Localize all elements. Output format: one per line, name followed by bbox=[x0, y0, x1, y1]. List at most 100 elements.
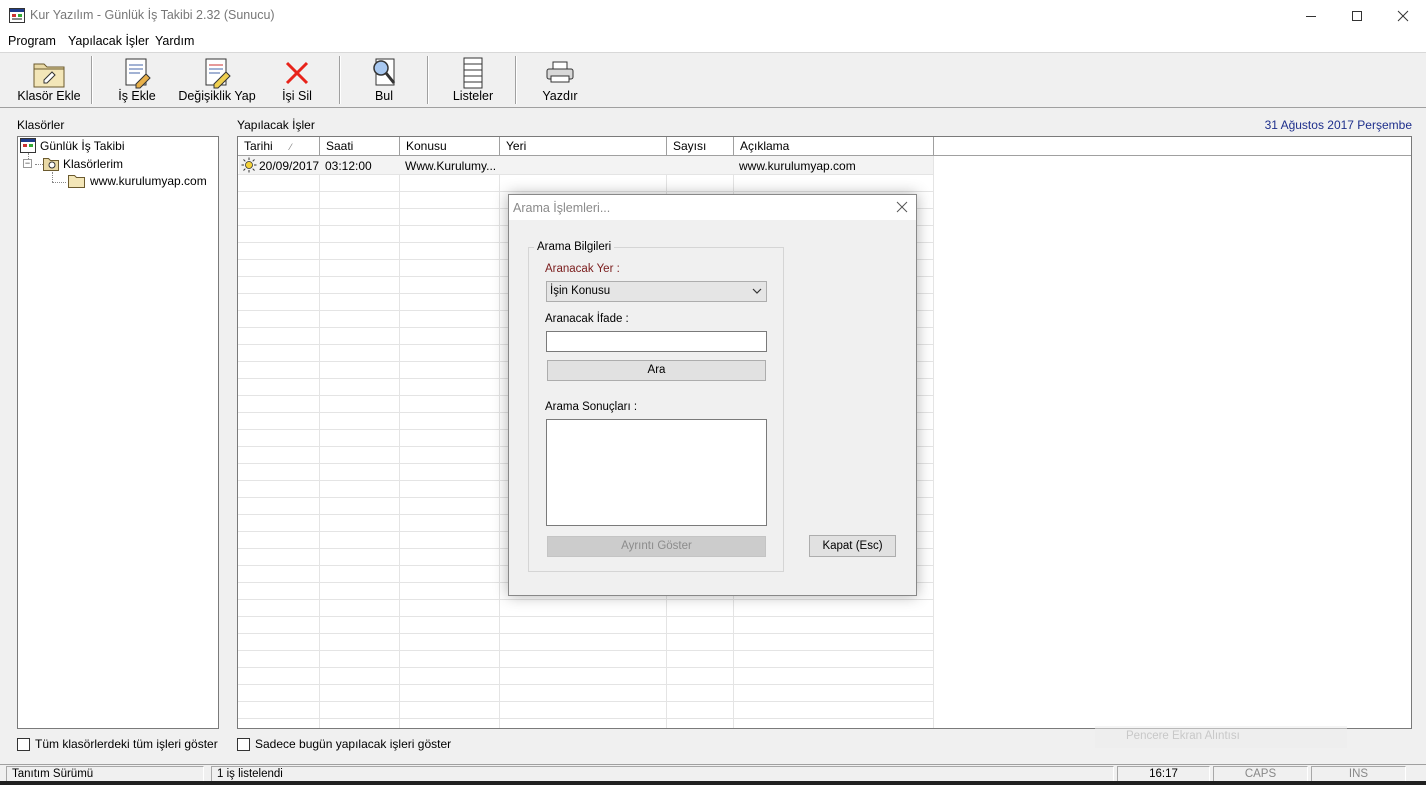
close-dialog-button[interactable]: Kapat (Esc) bbox=[809, 535, 896, 557]
toolbar-separator bbox=[339, 56, 341, 104]
dialog-title: Arama İşlemleri... bbox=[513, 201, 611, 215]
grid-line bbox=[238, 650, 934, 651]
maximize-button[interactable] bbox=[1334, 0, 1380, 32]
yazdir-label: Yazdır bbox=[542, 89, 578, 103]
checkbox-box[interactable] bbox=[17, 737, 30, 751]
tree-item-klasorlerim[interactable]: Klasörlerim bbox=[43, 156, 123, 171]
grid-line bbox=[238, 684, 934, 685]
column-header-konusu[interactable]: Konusu bbox=[400, 137, 500, 156]
delete-icon bbox=[285, 61, 309, 85]
yapilacak-isler-label: Yapılacak İşler bbox=[237, 118, 315, 132]
tree-item-folder[interactable]: www.kurulumyap.com bbox=[66, 174, 209, 188]
minimize-icon bbox=[1306, 16, 1316, 17]
toolbar-separator bbox=[427, 56, 429, 104]
column-header-tarihi[interactable]: Tarihi ⁄ bbox=[238, 137, 320, 156]
tree-item-root[interactable]: Günlük İş Takibi bbox=[20, 138, 125, 153]
is-ekle-button[interactable]: İş Ekle bbox=[107, 54, 167, 106]
grid-line bbox=[238, 718, 934, 719]
show-all-folders-checkbox[interactable]: Tüm klasörlerdeki tüm işleri göster bbox=[17, 737, 218, 751]
menu-bar bbox=[0, 32, 1426, 52]
search-icon bbox=[373, 58, 396, 86]
task-status-icon bbox=[241, 157, 257, 173]
klasorler-label: Klasörler bbox=[17, 118, 65, 132]
column-header-aciklama[interactable]: Açıklama bbox=[734, 137, 934, 156]
isi-sil-label: İşi Sil bbox=[282, 89, 312, 103]
task-add-icon bbox=[125, 58, 151, 89]
grid-line bbox=[238, 633, 934, 634]
show-today-label: Sadece bugün yapılacak işleri göster bbox=[255, 737, 452, 751]
column-tarihi-label: Tarihi bbox=[244, 139, 273, 153]
grid-line bbox=[238, 191, 934, 192]
cell-tarihi: 20/09/2017 bbox=[259, 159, 320, 173]
degisiklik-yap-label: Değişiklik Yap bbox=[178, 89, 256, 103]
column-header-yeri[interactable]: Yeri bbox=[500, 137, 667, 156]
column-header-saati[interactable]: Saati bbox=[320, 137, 400, 156]
tree-expander[interactable]: − bbox=[23, 159, 32, 168]
bul-button[interactable]: Bul bbox=[359, 54, 409, 106]
cell-konusu: Www.Kurulumy... bbox=[405, 159, 497, 173]
column-header-filler bbox=[934, 137, 1411, 156]
minimize-button[interactable] bbox=[1288, 0, 1334, 32]
tree-line bbox=[35, 164, 43, 165]
app-icon bbox=[9, 8, 25, 23]
is-ekle-label: İş Ekle bbox=[118, 89, 156, 103]
search-dialog[interactable]: Arama İşlemleri... Arama Bilgileri Arana… bbox=[508, 194, 917, 596]
show-details-button[interactable]: Ayrıntı Göster bbox=[547, 536, 766, 557]
yazdir-button[interactable]: Yazdır bbox=[535, 54, 585, 106]
window-title: Kur Yazılım - Günlük İş Takibi 2.32 (Sun… bbox=[30, 8, 275, 22]
menu-yapilacak-isler[interactable]: Yapılacak İşler bbox=[68, 34, 149, 48]
search-location-value: İşin Konusu bbox=[550, 285, 611, 297]
tree-item-folder-label: www.kurulumyap.com bbox=[90, 174, 207, 188]
taskbar-edge bbox=[0, 781, 1426, 785]
klasor-ekle-button[interactable]: Klasör Ekle bbox=[14, 54, 84, 106]
search-info-group-label: Arama Bilgileri bbox=[534, 241, 615, 253]
tree-line bbox=[52, 172, 53, 182]
cell-saati: 03:12:00 bbox=[325, 159, 372, 173]
folder-icon bbox=[68, 175, 85, 188]
menu-yardim[interactable]: Yardım bbox=[155, 34, 194, 48]
search-location-select[interactable]: İşin Konusu bbox=[546, 281, 767, 302]
calendar-app-icon bbox=[20, 138, 36, 153]
grid-line bbox=[238, 667, 934, 668]
snip-notification-text: Pencere Ekran Alıntısı bbox=[1126, 730, 1240, 742]
show-today-checkbox[interactable]: Sadece bugün yapılacak işleri göster bbox=[237, 737, 451, 751]
list-icon bbox=[463, 57, 483, 89]
cell-aciklama: www.kurulumyap.com bbox=[739, 159, 856, 173]
folder-tree[interactable] bbox=[17, 136, 219, 729]
klasor-ekle-label: Klasör Ekle bbox=[17, 89, 81, 103]
menu-program[interactable]: Program bbox=[8, 34, 56, 48]
grid-line bbox=[238, 599, 934, 600]
search-button[interactable]: Ara bbox=[547, 360, 766, 381]
close-icon bbox=[1397, 10, 1409, 22]
dialog-close-icon[interactable] bbox=[895, 200, 909, 214]
search-results-label: Arama Sonuçları : bbox=[545, 401, 638, 413]
chevron-down-icon bbox=[752, 288, 762, 294]
bul-label: Bul bbox=[374, 89, 394, 103]
grid-line bbox=[238, 701, 934, 702]
toolbar-separator bbox=[515, 56, 517, 104]
listeler-button[interactable]: Listeler bbox=[447, 54, 499, 106]
folder-group-icon bbox=[43, 158, 59, 171]
toolbar-separator bbox=[91, 56, 93, 104]
search-results-list[interactable] bbox=[546, 419, 767, 526]
column-header-sayisi[interactable]: Sayısı bbox=[667, 137, 734, 156]
folder-add-icon bbox=[33, 63, 65, 88]
sort-indicator-icon: ⁄ bbox=[290, 142, 292, 152]
search-term-input[interactable] bbox=[546, 331, 767, 352]
maximize-icon bbox=[1352, 11, 1362, 21]
listeler-label: Listeler bbox=[452, 89, 494, 103]
search-term-label: Aranacak İfade : bbox=[545, 313, 629, 325]
isi-sil-button[interactable]: İşi Sil bbox=[272, 54, 322, 106]
current-date: 31 Ağustos 2017 Perşembe bbox=[1264, 118, 1412, 132]
close-button[interactable] bbox=[1380, 0, 1426, 32]
checkbox-box[interactable] bbox=[237, 737, 250, 751]
tree-line bbox=[52, 182, 66, 183]
grid-line bbox=[238, 616, 934, 617]
degisiklik-yap-button[interactable]: Değişiklik Yap bbox=[176, 54, 258, 106]
tree-item-root-label: Günlük İş Takibi bbox=[40, 138, 125, 153]
edit-task-icon bbox=[205, 58, 231, 89]
printer-icon bbox=[546, 61, 574, 83]
search-location-label: Aranacak Yer : bbox=[545, 263, 620, 275]
show-all-folders-label: Tüm klasörlerdeki tüm işleri göster bbox=[35, 737, 218, 751]
tree-item-klasorlerim-label: Klasörlerim bbox=[63, 156, 124, 171]
